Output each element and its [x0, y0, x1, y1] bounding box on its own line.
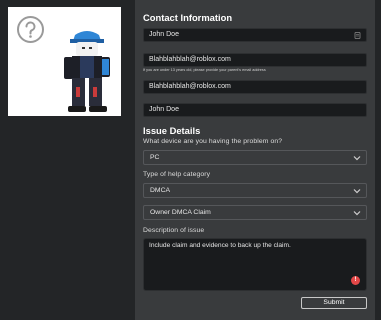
id-card-icon [354, 32, 361, 39]
support-form-panel: Contact Information John Doe Blahblahbla… [135, 0, 375, 320]
description-label: Description of issue [143, 227, 205, 234]
issue-heading: Issue Details [143, 125, 201, 136]
subcategory-select[interactable]: Owner DMCA Claim [143, 205, 367, 220]
username-field[interactable]: John Doe [143, 103, 367, 117]
device-label: What device are you having the problem o… [143, 138, 283, 145]
avatar-figure [64, 31, 110, 112]
email-field[interactable]: Blahblahblah@roblox.com [143, 53, 367, 67]
avatar-card [8, 7, 121, 116]
description-value: Include claim and evidence to back up th… [149, 242, 291, 249]
contact-heading: Contact Information [143, 12, 233, 23]
chevron-down-icon [353, 156, 361, 161]
chevron-down-icon [353, 211, 361, 216]
help-category-select[interactable]: DMCA [143, 183, 367, 198]
username-value: John Doe [149, 106, 179, 113]
help-category-label: Type of help category [143, 171, 211, 178]
subcategory-value: Owner DMCA Claim [150, 209, 211, 216]
help-question-icon[interactable] [16, 15, 45, 44]
help-category-value: DMCA [150, 187, 171, 194]
submit-button[interactable]: Submit [301, 297, 367, 309]
name-field[interactable]: John Doe [143, 28, 367, 42]
chevron-down-icon [353, 189, 361, 194]
confirm-email-field[interactable]: Blahblahblah@roblox.com [143, 80, 367, 94]
email-value: Blahblahblah@roblox.com [149, 56, 231, 63]
name-value: John Doe [149, 31, 179, 38]
description-textarea[interactable]: Include claim and evidence to back up th… [143, 238, 367, 291]
device-select[interactable]: PC [143, 150, 367, 165]
confirm-email-value: Blahblahblah@roblox.com [149, 83, 231, 90]
grammar-alert-icon[interactable]: ! [351, 276, 360, 285]
email-hint: If you are under 13 years old, please pr… [143, 68, 266, 72]
device-value: PC [150, 154, 160, 161]
